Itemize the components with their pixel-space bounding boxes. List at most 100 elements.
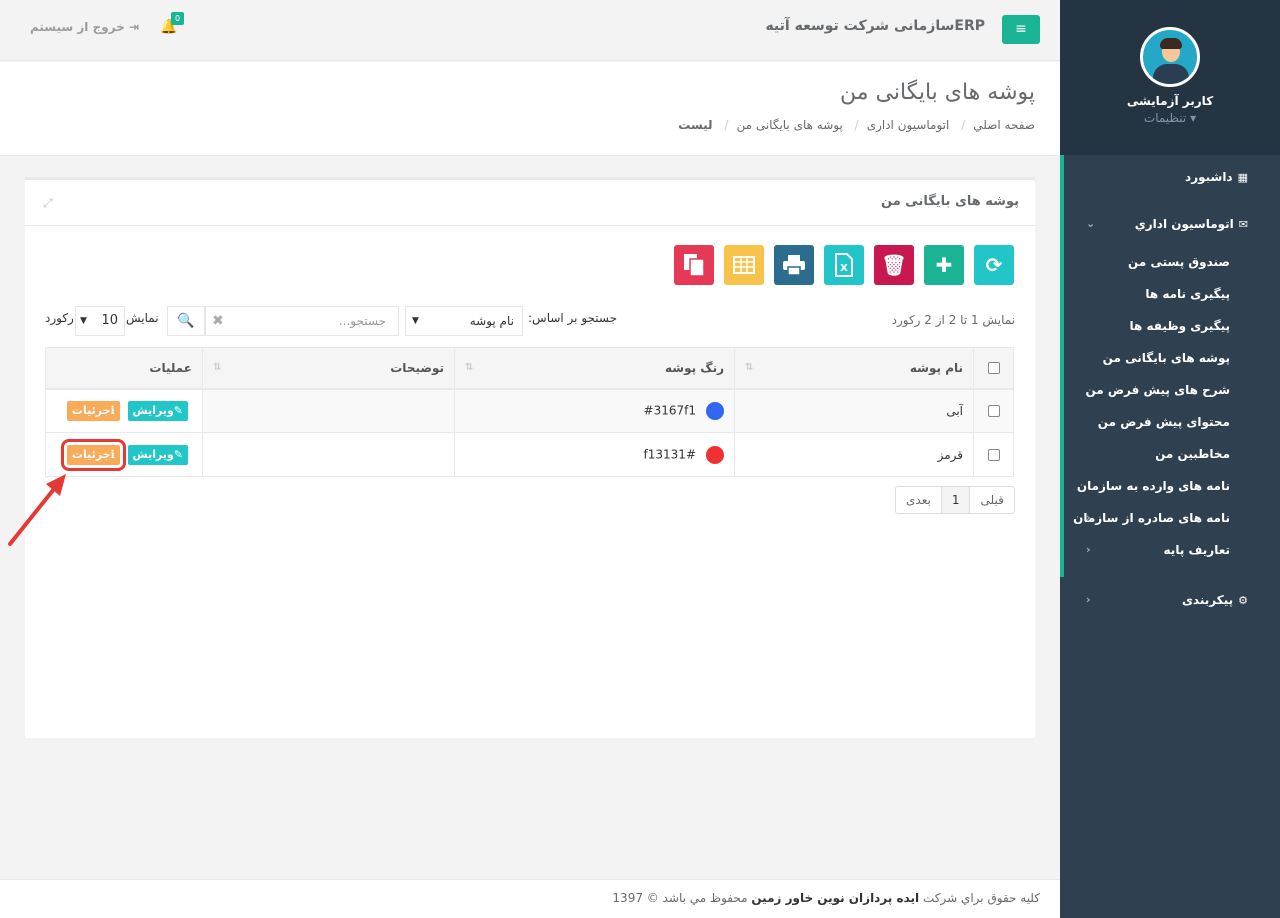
folders-panel: پوشه های بایگانی من ⤢ ⟳ ✚ 🗑 X نمایش 1 تا… [25, 177, 1035, 738]
details-label: جزئیات [71, 447, 111, 461]
table-icon [733, 256, 755, 274]
settings-dropdown[interactable]: ▾ تنظیمات [1060, 111, 1280, 125]
previous-page-button[interactable]: قبلی [970, 487, 1013, 513]
annotation-arrow [8, 474, 66, 546]
page-heading: پوشه های بایگانی من صفحه اصلي/ اتوماسیون… [0, 62, 1060, 156]
folder-description [202, 432, 455, 477]
search-field-select[interactable]: نام پوشه ▼ [405, 306, 523, 336]
row-checkbox[interactable] [987, 449, 1000, 461]
company-name: ایده پردازان نوین خاور زمین [751, 891, 920, 905]
info-icon: ℹ [110, 403, 115, 417]
page-button-1[interactable]: 1 [941, 487, 971, 513]
folder-color-code: #3167f1 [643, 403, 696, 418]
sidebar: کاربر آزمایشی ▾ تنظیمات ▦ داشبورد ✉ اتوماس… [1060, 0, 1280, 918]
sidebar-item-my-folders[interactable]: پوشه های بایگانی من [1064, 346, 1280, 370]
nav-configuration-label: پیکربندی [1181, 593, 1234, 607]
plus-icon: ✚ [935, 253, 953, 277]
user-name: کاربر آزمایشی [1126, 94, 1214, 108]
select-all-header [973, 347, 1014, 390]
caret-down-icon: ▼ [80, 316, 87, 326]
records-label: رکورد [45, 311, 74, 325]
trash-icon: 🗑 [881, 253, 907, 277]
next-page-button[interactable]: بعدی [896, 487, 942, 513]
breadcrumb-current: لیست [678, 118, 713, 132]
brand-title: ERPسازمانی شرکت توسعه آتیه [765, 18, 985, 34]
column-visibility-button[interactable] [724, 245, 764, 285]
folder-color-code: f13131# [643, 447, 696, 461]
search-button[interactable]: 🔍 [167, 306, 205, 336]
sidebar-item-base-definitions[interactable]: تعاریف پایه ‹ [1064, 538, 1280, 562]
column-header-name[interactable]: نام پوشه ⇅ [734, 347, 974, 390]
search-placeholder: جستجو... [338, 314, 386, 328]
sign-out-icon: ⇥ [129, 20, 140, 34]
breadcrumb: صفحه اصلي/ اتوماسیون اداری/ پوشه های بای… [678, 118, 1035, 132]
logout-link[interactable]: ⇥ خروج از سیستم [30, 20, 139, 34]
user-avatar[interactable] [1140, 27, 1200, 87]
sort-icon: ⇅ [213, 362, 222, 373]
sidebar-item-default-descriptions[interactable]: شرح های پیش فرض من [1064, 378, 1280, 402]
column-header-description[interactable]: توضیحات ⇅ [202, 347, 455, 390]
edit-label: ویرایش [132, 447, 174, 461]
sort-icon: ⇅ [745, 362, 754, 373]
color-swatch [706, 401, 724, 420]
nav-dashboard[interactable]: ▦ داشبورد [1064, 163, 1280, 191]
print-icon [783, 255, 805, 276]
sidebar-item-incoming-letters[interactable]: نامه های وارده به سازمان [1064, 474, 1280, 498]
breadcrumb-office-automation[interactable]: اتوماسیون اداری [867, 118, 950, 132]
print-button[interactable] [774, 245, 814, 285]
top-navbar: ≡ ERPسازمانی شرکت توسعه آتیه 🔔 0 ⇥ خروج … [0, 0, 1060, 61]
page-title: پوشه های بایگانی من [839, 80, 1035, 105]
search-input[interactable]: جستجو... ✖ [205, 306, 399, 336]
column-header-color[interactable]: رنگ پوشه ⇅ [454, 347, 735, 390]
folder-color-cell: f13131# [454, 432, 735, 477]
chevron-left-icon: ‹ [1086, 543, 1091, 556]
folder-name: قرمز [734, 432, 974, 477]
nav-office-automation[interactable]: ✉ اتوماسیون اداري ⌄ [1064, 210, 1280, 238]
sidebar-item-letter-tracking[interactable]: پیگیری نامه ها [1064, 282, 1280, 306]
nav-dashboard-label: داشبورد [1185, 170, 1233, 184]
copyright-text: کلیه حقوق براي شرکت ایده پردازان نوین خا… [612, 891, 1040, 905]
envelope-icon: ✉ [1238, 218, 1248, 231]
row-checkbox[interactable] [987, 405, 1000, 418]
sidebar-item-outgoing-letters-label: نامه های صادره از سازمان [1073, 511, 1230, 525]
copyright-suffix: محفوظ مي باشد © 1397 [612, 891, 748, 905]
sidebar-item-outgoing-letters[interactable]: نامه های صادره از سازمان ‹ [1064, 506, 1280, 530]
row-select-cell [973, 388, 1014, 433]
column-header-actions: عملیات [45, 347, 203, 390]
edit-button[interactable]: ✎ویرایش [127, 400, 188, 421]
refresh-button[interactable]: ⟳ [974, 245, 1014, 285]
select-all-checkbox[interactable] [987, 362, 1000, 375]
export-excel-button[interactable]: X [824, 245, 864, 285]
chevron-left-icon: ‹ [1086, 593, 1091, 606]
add-button[interactable]: ✚ [924, 245, 964, 285]
search-icon: 🔍 [177, 313, 195, 329]
edit-button[interactable]: ✎ویرایش [127, 444, 188, 465]
sidebar-item-task-tracking[interactable]: پیگیری وظیفه ها [1064, 314, 1280, 338]
svg-text:X: X [840, 263, 848, 274]
settings-label: تنظیمات [1143, 111, 1187, 125]
column-header-description-label: توضیحات [390, 360, 444, 375]
breadcrumb-home[interactable]: صفحه اصلي [973, 118, 1035, 132]
sidebar-item-default-content[interactable]: محتوای پیش فرض من [1064, 410, 1280, 434]
folder-name: آبی [734, 388, 974, 433]
breadcrumb-my-folders[interactable]: پوشه های بایگانی من [736, 118, 842, 132]
menu-toggle-button[interactable]: ≡ [1002, 15, 1040, 44]
logout-label: خروج از سیستم [30, 20, 125, 34]
copy-button[interactable] [674, 245, 714, 285]
pencil-icon: ✎ [173, 447, 183, 461]
page-length-select[interactable]: 10 ▼ [75, 306, 125, 336]
page-length-value: 10 [101, 313, 118, 328]
clear-icon[interactable]: ✖ [212, 307, 224, 335]
table-row: قرمز f13131# ✎ویرایش ℹجزئیات [45, 432, 1014, 477]
sidebar-item-mailbox[interactable]: صندوق پستی من [1064, 250, 1280, 274]
expand-icon[interactable]: ⤢ [43, 196, 53, 211]
chevron-down-icon: ⌄ [1086, 217, 1096, 230]
nav-configuration[interactable]: ⚙ پیکربندی ‹ [1064, 586, 1280, 614]
details-button[interactable]: ℹجزئیات [66, 400, 120, 421]
delete-button[interactable]: 🗑 [874, 245, 914, 285]
table-info: نمایش 1 تا 2 از 2 رکورد [891, 313, 1015, 327]
footer: کلیه حقوق براي شرکت ایده پردازان نوین خا… [0, 879, 1060, 918]
profile-section: کاربر آزمایشی ▾ تنظیمات [1060, 0, 1280, 155]
sidebar-item-contacts[interactable]: مخاطبین من [1064, 442, 1280, 466]
column-header-actions-label: عملیات [149, 360, 192, 375]
